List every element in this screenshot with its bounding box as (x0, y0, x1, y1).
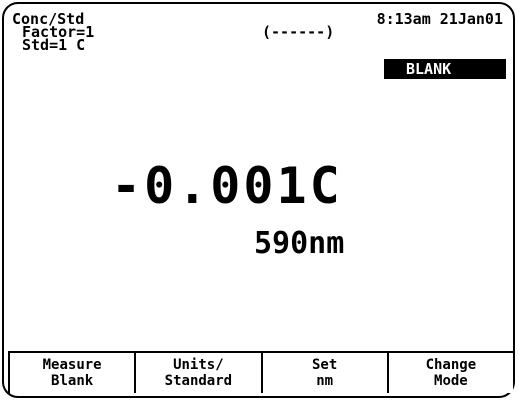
clock: 8:13am 21Jan01 (377, 11, 503, 27)
units-standard-button[interactable]: Units/ Standard (136, 353, 263, 393)
instrument-display: Conc/Std Factor=1 Std=1 C (------) 8:13a… (2, 2, 515, 398)
softkey-label-line1: Measure (42, 357, 102, 373)
set-nm-button[interactable]: Set nm (262, 353, 389, 393)
measure-blank-button[interactable]: Measure Blank (8, 353, 137, 393)
softkey-bar: Measure Blank Units/ Standard Set nm Cha… (8, 351, 513, 393)
time-readout: 8:13am (376, 10, 431, 28)
softkey-label-line2: nm (316, 373, 334, 389)
concentration-reading: -0.001C (111, 157, 343, 215)
softkey-label-line2: Standard (164, 373, 233, 389)
status-indicator: (------) (262, 23, 335, 41)
softkey-label-line1: Units/ (173, 357, 224, 373)
softkey-label-line1: Set (311, 357, 338, 373)
standard-readout: Std=1 C (22, 36, 86, 54)
wavelength-readout: 590nm (254, 226, 345, 261)
softkey-label-line2: Mode (434, 373, 468, 389)
softkey-label-line1: Change (425, 357, 477, 373)
blank-status-badge: BLANK (384, 59, 506, 79)
change-mode-button[interactable]: Change Mode (388, 353, 513, 393)
date-readout: 21Jan01 (439, 10, 503, 28)
softkey-label-line2: Blank (51, 373, 94, 389)
